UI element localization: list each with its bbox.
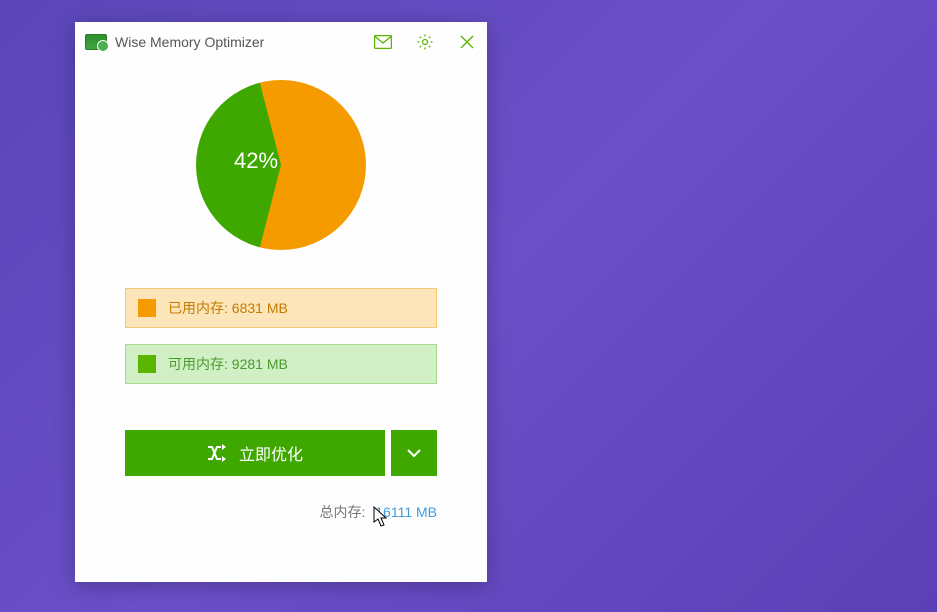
free-memory-row: 可用内存: 9281 MB [125, 344, 437, 384]
optimize-button-label: 立即优化 [239, 441, 303, 465]
free-memory-label: 可用内存: 9281 MB [168, 354, 288, 374]
total-memory-value: 16111 MB [375, 504, 437, 520]
shuffle-icon [207, 444, 229, 462]
action-row: 立即优化 [75, 400, 487, 476]
memory-percentage-label: 42% [234, 148, 278, 174]
footer: 总内存: 16111 MB [75, 476, 487, 522]
memory-pie-chart: 42% [196, 80, 366, 250]
optimize-dropdown-button[interactable] [391, 430, 437, 476]
memory-stats: 已用内存: 6831 MB 可用内存: 9281 MB [75, 260, 487, 384]
settings-button[interactable] [411, 28, 439, 56]
used-memory-row: 已用内存: 6831 MB [125, 288, 437, 328]
app-icon [85, 34, 107, 50]
feedback-button[interactable] [369, 28, 397, 56]
mail-icon [374, 35, 392, 49]
free-swatch-icon [138, 355, 156, 373]
optimize-button[interactable]: 立即优化 [125, 430, 385, 476]
close-icon [460, 35, 474, 49]
titlebar: Wise Memory Optimizer [75, 22, 487, 62]
used-memory-label: 已用内存: 6831 MB [168, 298, 288, 318]
app-title: Wise Memory Optimizer [115, 34, 369, 50]
memory-chart-area: 42% [75, 62, 487, 260]
gear-icon [416, 33, 434, 51]
chevron-down-icon [407, 449, 421, 457]
used-swatch-icon [138, 299, 156, 317]
close-button[interactable] [453, 28, 481, 56]
app-window: Wise Memory Optimizer [75, 22, 487, 582]
total-memory-label: 总内存: [319, 504, 365, 520]
titlebar-actions [369, 28, 481, 56]
